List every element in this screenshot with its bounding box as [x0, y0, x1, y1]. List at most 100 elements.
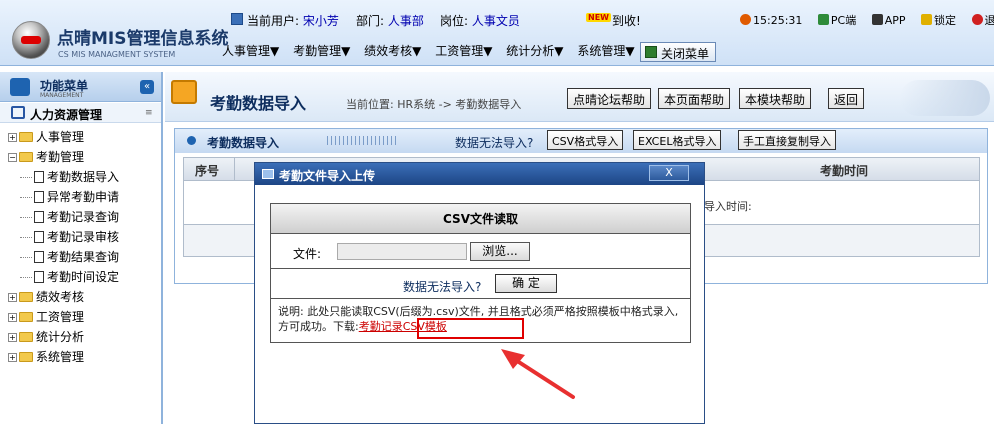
expand-icon[interactable]: + [8, 313, 17, 322]
expand-icon[interactable]: + [8, 333, 17, 342]
tree-item-label: 统计分析 [36, 330, 85, 344]
tree-item-label: 考勤数据导入 [47, 170, 120, 184]
pc-icon [817, 14, 829, 25]
new-message-link[interactable]: 到收! [612, 12, 641, 29]
folder-icon [19, 332, 33, 342]
section-toggle-icon[interactable]: ≡ [145, 108, 153, 118]
top-bar: 点晴MIS管理信息系统 CS MIS MANAGMENT SYSTEM 当前用户… [0, 0, 994, 66]
bullet-icon [187, 136, 196, 145]
tree-item-label: 考勤时间设定 [47, 270, 120, 284]
tree-connector [20, 277, 32, 278]
upload-dialog: 考勤文件导入上传 X CSV文件读取 文件: 浏览... 数据无法导入? 确 定… [254, 162, 705, 424]
tree-leaf[interactable]: 考勤记录查询 [20, 208, 119, 225]
back-button[interactable]: 返回 [828, 88, 865, 109]
manual-copy-import-tab[interactable]: 手工直接复制导入 [738, 130, 836, 150]
tree-connector [20, 177, 32, 178]
csv-import-tab[interactable]: CSV格式导入 [547, 130, 624, 150]
no-import-question-link[interactable]: 数据无法导入? [403, 278, 481, 295]
post-info: 岗位: 人事文员 [440, 14, 520, 28]
collapse-icon[interactable]: − [8, 153, 17, 162]
confirm-button[interactable]: 确 定 [495, 274, 557, 293]
expand-icon[interactable]: + [8, 353, 17, 362]
app-link[interactable]: APP [871, 14, 912, 27]
module-help-button[interactable]: 本模块帮助 [739, 88, 812, 109]
dialog-titlebar[interactable]: 考勤文件导入上传 X [255, 163, 704, 185]
qr-icon [871, 14, 883, 25]
tree-connector [20, 237, 32, 238]
nav-item-system[interactable]: 系统管理▼ [577, 44, 634, 58]
expand-icon[interactable]: + [8, 133, 17, 142]
breadcrumb: 当前位置: HR系统 -> 考勤数据导入 [346, 98, 522, 111]
tree-item-label: 异常考勤申请 [47, 190, 120, 204]
tree-connector [20, 197, 32, 198]
annotation-arrow-icon [501, 349, 575, 399]
folder-icon [19, 312, 33, 322]
right-tools: 15:25:31 PC端 APP 锁定 退出 [740, 12, 994, 28]
close-menu-icon [645, 46, 657, 58]
nav-item-attendance[interactable]: 考勤管理▼ [293, 44, 350, 58]
logo-icon [12, 21, 50, 59]
page-title: 考勤数据导入 [210, 94, 307, 113]
browse-button[interactable]: 浏览... [470, 242, 530, 261]
highlight-box [417, 318, 524, 339]
tree-folder[interactable]: + 人事管理 [8, 128, 84, 145]
document-icon [34, 231, 44, 243]
tree-leaf[interactable]: 考勤数据导入 [20, 168, 119, 185]
tree-leaf[interactable]: 考勤时间设定 [20, 268, 119, 285]
column-attendance-time: 考勤时间 [820, 164, 869, 178]
tree-folder[interactable]: + 工资管理 [8, 308, 84, 325]
main-header: 考勤数据导入 当前位置: HR系统 -> 考勤数据导入 点晴论坛帮助 本页面帮助… [165, 72, 994, 122]
column-seq: 序号 [195, 164, 220, 178]
sidebar-section[interactable]: 人力资源管理 ≡ [0, 103, 161, 123]
close-menu-button[interactable]: 关闭菜单 [640, 42, 717, 62]
sidebar-header: 功能菜单 MANAGEMENT « [0, 72, 161, 102]
collapse-icon[interactable]: « [140, 80, 154, 94]
logout-link[interactable]: 退出 [971, 12, 994, 28]
handshake-image [900, 80, 990, 116]
app-subtitle: CS MIS MANAGMENT SYSTEM [58, 50, 176, 59]
file-label: 文件: [293, 247, 322, 261]
tree-folder[interactable]: + 统计分析 [8, 328, 84, 345]
no-import-help-link[interactable]: 数据无法导入? [455, 134, 533, 151]
nav-item-personnel[interactable]: 人事管理▼ [222, 44, 279, 58]
tree-folder[interactable]: + 系统管理 [8, 348, 84, 365]
menu-icon [10, 78, 30, 96]
window-icon [262, 169, 274, 179]
panel-title: 考勤数据导入 [207, 136, 280, 150]
document-icon [34, 251, 44, 263]
forum-help-button[interactable]: 点晴论坛帮助 [567, 88, 652, 109]
folder-icon [19, 132, 33, 142]
lock-link[interactable]: 锁定 [921, 12, 962, 28]
pc-link[interactable]: PC端 [817, 12, 862, 28]
tree-item-label: 工资管理 [36, 310, 85, 324]
nav-item-statistics[interactable]: 统计分析▼ [506, 44, 563, 58]
sidebar-section-label: 人力资源管理 [30, 108, 103, 122]
file-path-input[interactable] [337, 243, 467, 260]
tree-item-label: 系统管理 [36, 350, 85, 364]
tree-leaf[interactable]: 考勤记录审核 [20, 228, 119, 245]
tree-leaf[interactable]: 异常考勤申请 [20, 188, 119, 205]
tree-item-label: 考勤记录查询 [47, 210, 120, 224]
expand-icon[interactable]: + [8, 293, 17, 302]
tree-item-label: 考勤管理 [36, 150, 85, 164]
tree-folder[interactable]: + 绩效考核 [8, 288, 84, 305]
user-info: 当前用户: 宋小芳 [247, 14, 339, 28]
import-time-label: 导入时间: [704, 200, 752, 213]
tree-leaf[interactable]: 考勤结果查询 [20, 248, 119, 265]
nav-item-performance[interactable]: 绩效考核▼ [364, 44, 421, 58]
user-icon [231, 13, 243, 25]
tree-connector [20, 257, 32, 258]
page-help-button[interactable]: 本页面帮助 [658, 88, 731, 109]
clock-icon [740, 14, 751, 25]
dialog-close-button[interactable]: X [649, 165, 689, 181]
nav-item-salary[interactable]: 工资管理▼ [435, 44, 492, 58]
clock-display: 15:25:31 [740, 14, 808, 27]
file-row: 文件: 浏览... [271, 234, 690, 269]
main-nav: 人事管理▼ 考勤管理▼ 绩效考核▼ 工资管理▼ 统计分析▼ 系统管理▼ [222, 42, 645, 59]
excel-import-tab[interactable]: EXCEL格式导入 [633, 130, 722, 150]
tree-folder[interactable]: − 考勤管理 [8, 148, 84, 165]
module-icon [171, 80, 197, 104]
power-icon [971, 14, 983, 25]
tree-item-label: 绩效考核 [36, 290, 85, 304]
document-icon [34, 211, 44, 223]
